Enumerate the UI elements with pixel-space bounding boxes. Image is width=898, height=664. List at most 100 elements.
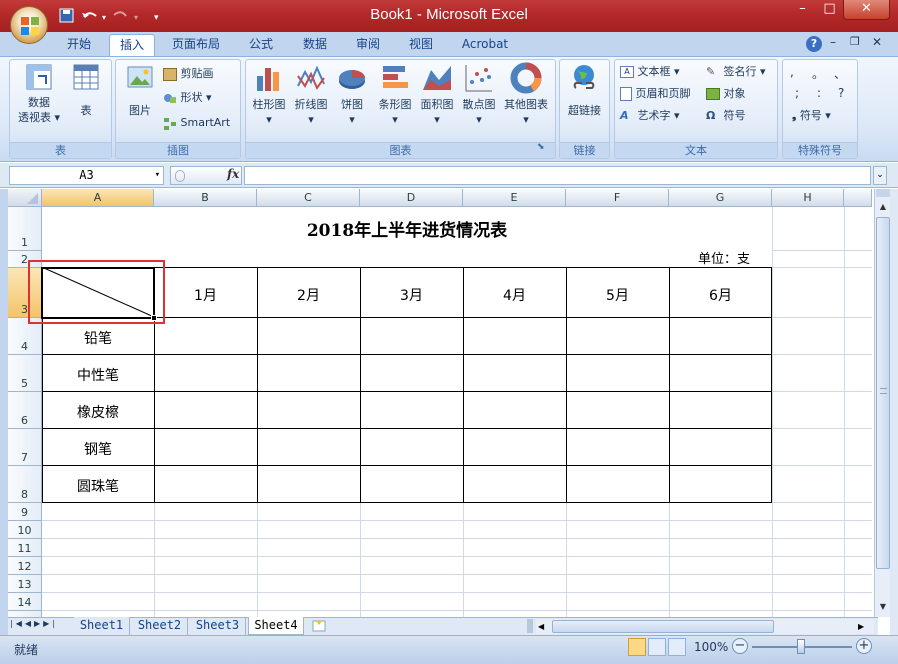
col-header-d[interactable]: D bbox=[360, 189, 463, 207]
sheet-tab-2[interactable]: Sheet2 bbox=[132, 617, 188, 635]
tab-page-layout[interactable]: 页面布局 bbox=[164, 34, 228, 56]
wordart-button[interactable]: A 艺术字 ▾ bbox=[620, 107, 704, 125]
line-chart-button[interactable]: 折线图 ▾ bbox=[290, 62, 332, 134]
vertical-scroll-thumb[interactable] bbox=[876, 217, 890, 569]
bar-chart-button[interactable]: 条形图 ▾ bbox=[374, 62, 416, 134]
sheet-tab-3[interactable]: Sheet3 bbox=[190, 617, 246, 635]
vertical-scrollbar[interactable]: ▲ ▼ bbox=[874, 189, 890, 617]
redo-icon[interactable] bbox=[113, 11, 127, 17]
col-header-h[interactable]: H bbox=[772, 189, 844, 207]
workbook-close-button[interactable]: ✕ bbox=[872, 35, 886, 49]
horizontal-scroll-thumb[interactable] bbox=[552, 620, 774, 633]
minimize-button[interactable]: – bbox=[789, 0, 816, 20]
horizontal-scrollbar[interactable]: ◀ ▶ bbox=[536, 619, 874, 634]
formula-input[interactable] bbox=[244, 166, 871, 185]
zoom-out-button[interactable]: − bbox=[732, 638, 748, 654]
zoom-in-button[interactable]: + bbox=[856, 638, 872, 654]
symbol-button[interactable]: Ω 符号 bbox=[706, 107, 776, 125]
row-header-12[interactable]: 12 bbox=[8, 557, 42, 575]
scroll-right-icon[interactable]: ▶ bbox=[858, 619, 870, 634]
area-chart-button[interactable]: 面积图 ▾ bbox=[416, 62, 458, 134]
col-header-g[interactable]: G bbox=[669, 189, 772, 207]
clipart-button[interactable]: 剪贴画 bbox=[163, 65, 239, 83]
select-all-button[interactable] bbox=[8, 189, 42, 207]
row-header-13[interactable]: 13 bbox=[8, 575, 42, 593]
help-icon[interactable]: ? bbox=[806, 36, 822, 52]
tab-acrobat[interactable]: Acrobat bbox=[454, 34, 516, 56]
row-header-8[interactable]: 8 bbox=[8, 466, 42, 503]
page-layout-view-icon[interactable] bbox=[648, 638, 666, 656]
row-header-11[interactable]: 11 bbox=[8, 539, 42, 557]
col-header-c[interactable]: C bbox=[257, 189, 360, 207]
object-button[interactable]: 对象 bbox=[706, 85, 776, 103]
row-header-1[interactable]: 1 bbox=[8, 207, 42, 251]
col-header-i[interactable] bbox=[844, 189, 872, 207]
symbol-comma[interactable]: , bbox=[790, 65, 804, 79]
ribbon-minimize-button[interactable]: – bbox=[830, 36, 844, 50]
formula-expander-icon[interactable] bbox=[175, 170, 185, 182]
normal-view-icon[interactable] bbox=[628, 638, 646, 656]
tab-split-handle[interactable] bbox=[527, 619, 533, 633]
hyperlink-button[interactable]: 超链接 bbox=[562, 62, 607, 122]
office-button[interactable] bbox=[10, 6, 48, 44]
tab-review[interactable]: 审阅 bbox=[347, 34, 389, 56]
header-footer-button[interactable]: 页眉和页脚 bbox=[620, 85, 704, 103]
scatter-chart-button[interactable]: 散点图 ▾ bbox=[458, 62, 500, 134]
formula-expand-button[interactable]: ⌄ bbox=[873, 166, 887, 185]
insert-function-icon[interactable]: fx bbox=[227, 167, 239, 181]
tab-insert[interactable]: 插入 bbox=[109, 34, 155, 56]
page-break-view-icon[interactable] bbox=[668, 638, 686, 656]
row-header-10[interactable]: 10 bbox=[8, 521, 42, 539]
picture-button[interactable]: 图片 bbox=[120, 62, 160, 122]
column-chart-button[interactable]: 柱形图 ▾ bbox=[248, 62, 290, 134]
tab-home[interactable]: 开始 bbox=[58, 34, 100, 56]
name-box-dropdown-icon[interactable]: ▾ bbox=[155, 167, 160, 184]
maximize-button[interactable]: □ bbox=[816, 0, 843, 20]
sheet-nav-buttons[interactable]: |◀◀▶▶| bbox=[10, 619, 72, 633]
row-header-7[interactable]: 7 bbox=[8, 429, 42, 466]
zoom-level[interactable]: 100% bbox=[694, 640, 728, 654]
tab-data[interactable]: 数据 bbox=[294, 34, 336, 56]
customize-qat-icon[interactable]: ▾ bbox=[154, 13, 159, 23]
symbol-enum-comma[interactable]: 、 bbox=[834, 65, 848, 82]
worksheet-grid[interactable] bbox=[42, 207, 872, 617]
textbox-button[interactable]: A 文本框 ▾ bbox=[620, 63, 704, 81]
sheet-tab-1[interactable]: Sheet1 bbox=[74, 617, 130, 635]
tab-view[interactable]: 视图 bbox=[400, 34, 442, 56]
undo-icon[interactable] bbox=[82, 12, 97, 18]
pie-chart-button[interactable]: 饼图 ▾ bbox=[333, 62, 371, 134]
col-header-f[interactable]: F bbox=[566, 189, 669, 207]
symbol-colon[interactable]: : bbox=[817, 86, 831, 100]
close-button[interactable]: ✕ bbox=[843, 0, 890, 20]
split-box[interactable] bbox=[876, 189, 890, 197]
scroll-down-icon[interactable]: ▼ bbox=[876, 599, 890, 615]
table-button[interactable]: 表 bbox=[66, 62, 106, 122]
zoom-slider-thumb[interactable] bbox=[797, 639, 805, 654]
scroll-left-icon[interactable]: ◀ bbox=[538, 619, 550, 634]
symbol-question[interactable]: ? bbox=[838, 86, 852, 100]
symbol-semicolon[interactable]: ; bbox=[795, 86, 809, 100]
prev-sheet-icon[interactable]: ◀ bbox=[25, 619, 34, 628]
col-header-a[interactable]: A bbox=[42, 189, 154, 207]
other-charts-button[interactable]: 其他图表 ▾ bbox=[500, 62, 552, 134]
scroll-up-icon[interactable]: ▲ bbox=[876, 199, 890, 215]
row-header-14[interactable]: 14 bbox=[8, 593, 42, 611]
row-header-5[interactable]: 5 bbox=[8, 355, 42, 392]
col-header-b[interactable]: B bbox=[154, 189, 257, 207]
name-box[interactable]: A3 ▾ bbox=[9, 166, 164, 185]
row-header-6[interactable]: 6 bbox=[8, 392, 42, 429]
sheet-tab-4-active[interactable]: Sheet4 bbox=[248, 617, 304, 635]
next-sheet-icon[interactable]: ▶ bbox=[34, 619, 43, 628]
ribbon-restore-button[interactable]: ❐ bbox=[850, 36, 864, 50]
row-header-9[interactable]: 9 bbox=[8, 503, 42, 521]
first-sheet-icon[interactable]: |◀ bbox=[10, 619, 25, 628]
pivot-table-button[interactable]: 数据 透视表 ▾ bbox=[14, 62, 64, 134]
save-icon[interactable] bbox=[59, 8, 74, 23]
special-symbol-button[interactable]: ❟ 符号 ▾ bbox=[792, 107, 852, 125]
col-header-e[interactable]: E bbox=[463, 189, 566, 207]
insert-sheet-icon[interactable] bbox=[310, 619, 330, 633]
charts-dialog-launcher[interactable]: ⬊ bbox=[537, 142, 549, 154]
smartart-button[interactable]: SmartArt bbox=[163, 114, 239, 132]
symbol-period[interactable]: 。 bbox=[812, 65, 826, 82]
signature-line-button[interactable]: ✎ 签名行 ▾ bbox=[706, 63, 776, 81]
